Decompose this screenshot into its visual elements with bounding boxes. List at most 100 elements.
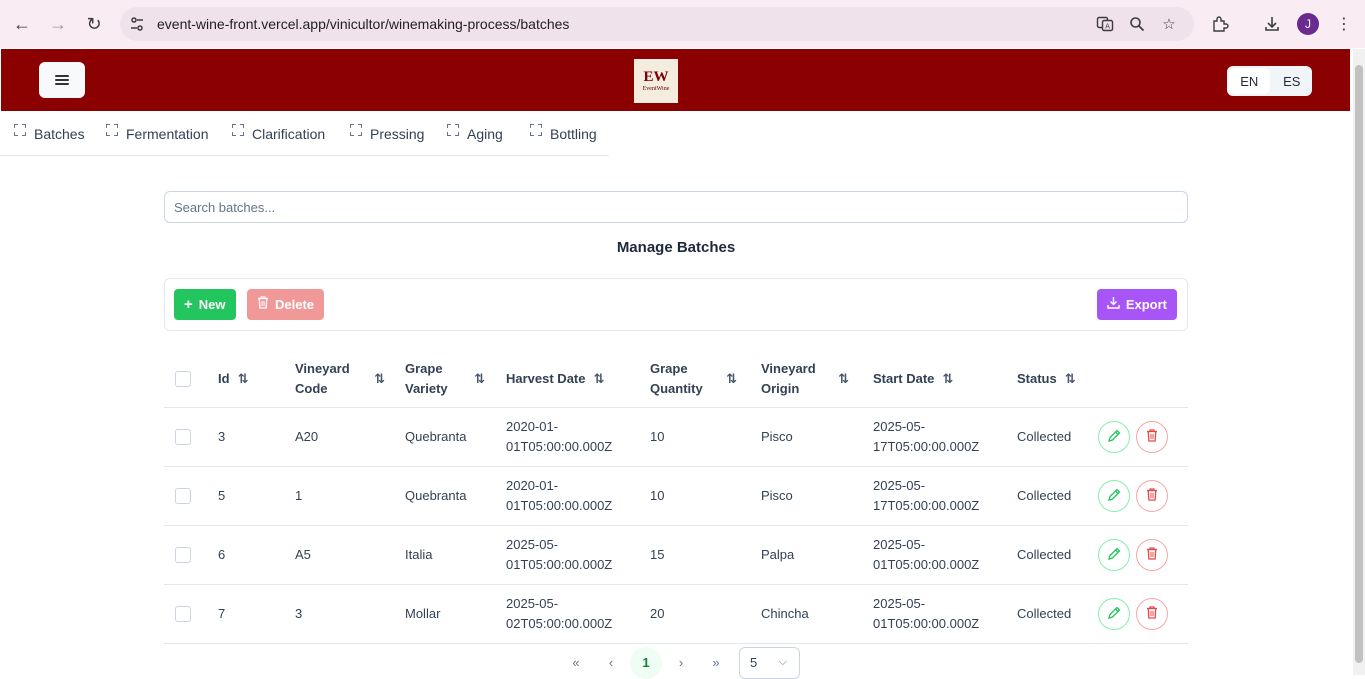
pencil-icon	[1107, 547, 1121, 564]
next-page-icon[interactable]: ›	[665, 647, 697, 679]
new-button[interactable]: + New	[174, 289, 236, 320]
select-all-checkbox[interactable]	[175, 371, 191, 387]
sort-icon: ⇅	[593, 371, 605, 386]
column-header-grape-quantity[interactable]: Grape Quantity ⇅	[650, 350, 737, 408]
edit-button[interactable]	[1098, 598, 1130, 630]
cell-id: 6	[218, 547, 226, 562]
row-checkbox[interactable]	[175, 429, 191, 445]
svg-text:A: A	[1105, 23, 1110, 31]
site-info-icon[interactable]	[128, 15, 146, 33]
cell-harvest-date: 2020-01- 01T05:00:00.000Z	[506, 408, 612, 466]
column-header-grape-variety[interactable]: Grape Variety ⇅	[405, 350, 485, 408]
tab-fermentation[interactable]: Fermentation	[92, 114, 218, 154]
edit-button[interactable]	[1098, 539, 1130, 571]
first-page-icon[interactable]: «	[560, 647, 592, 679]
sort-icon: ⇅	[838, 371, 849, 386]
table-row[interactable]: 5 1 Quebranta 2020-01- 01T05:00:00.000Z 10 Pis…	[164, 467, 1188, 526]
cell-start-date: 2025-05- 17T05:00:00.000Z	[873, 467, 979, 525]
zoom-icon[interactable]	[1128, 15, 1146, 33]
batches-table: Id ⇅ Vineyard Code ⇅ Grape Variety ⇅ Harves…	[164, 350, 1188, 644]
trash-icon	[257, 296, 269, 313]
harvest-date-line: 2020-01-	[506, 419, 559, 434]
download-icon[interactable]	[1260, 12, 1284, 36]
focus-icon	[350, 124, 362, 136]
translate-icon[interactable]: A	[1096, 15, 1114, 33]
back-icon[interactable]: ←	[10, 12, 34, 36]
search-input[interactable]	[164, 191, 1188, 223]
harvest-date-line: 2025-05-	[506, 537, 559, 552]
avatar[interactable]: J	[1297, 13, 1319, 35]
delete-row-button[interactable]	[1136, 539, 1168, 571]
sort-icon: ⇅	[942, 371, 954, 386]
sort-icon: ⇅	[237, 371, 249, 386]
column-header-vineyard-code[interactable]: Vineyard Code ⇅	[295, 350, 385, 408]
tab-pressing[interactable]: Pressing	[336, 114, 433, 154]
column-header-vineyard-origin[interactable]: Vineyard Origin ⇅	[761, 350, 849, 408]
edit-button[interactable]	[1098, 421, 1130, 453]
tab-batches[interactable]: Batches	[0, 114, 92, 154]
menu-button[interactable]	[39, 62, 85, 98]
scrollbar[interactable]	[1353, 49, 1365, 675]
column-header-status[interactable]: Status ⇅	[1017, 350, 1097, 408]
cell-harvest-date: 2025-05- 01T05:00:00.000Z	[506, 526, 612, 584]
row-checkbox[interactable]	[175, 606, 191, 622]
table-row[interactable]: 7 3 Mollar 2025-05- 02T05:00:00.000Z 20 Chinch…	[164, 585, 1188, 644]
harvest-date-line: 2020-01-	[506, 478, 559, 493]
logo: EW EventWine	[634, 59, 678, 103]
trash-icon	[1146, 547, 1158, 563]
start-date-line: 01T05:00:00.000Z	[873, 557, 980, 572]
lang-en-button[interactable]: EN	[1229, 68, 1270, 94]
address-bar[interactable]: event-wine-front.vercel.app/vinicultor/w…	[120, 7, 1194, 41]
scrollbar-thumb[interactable]	[1355, 65, 1363, 663]
tab-aging[interactable]: Aging	[433, 114, 516, 154]
cell-grape-variety: Mollar	[405, 606, 441, 621]
logo-mark: EW	[643, 68, 669, 85]
cell-start-date: 2025-05- 01T05:00:00.000Z	[873, 585, 979, 643]
cell-grape-quantity: 10	[650, 429, 665, 444]
table-row[interactable]: 6 A5 Italia 2025-05- 01T05:00:00.000Z 15 Palpa…	[164, 526, 1188, 585]
tab-label: Clarification	[252, 126, 326, 142]
column-header-harvest-date[interactable]: Harvest Date ⇅	[506, 350, 646, 408]
app-header: EW EventWine EN ES	[1, 49, 1350, 111]
forward-icon[interactable]: →	[46, 12, 70, 36]
kebab-icon[interactable]: ⋮	[1332, 12, 1356, 36]
chevron-down-icon: ⌵	[778, 656, 787, 668]
sort-icon: ⇅	[726, 371, 737, 386]
harvest-date-line: 2025-05-	[506, 596, 559, 611]
rows-per-page-select[interactable]: 5 ⌵	[739, 646, 800, 679]
trash-icon	[1146, 488, 1158, 504]
edit-button[interactable]	[1098, 480, 1130, 512]
cell-grape-quantity: 20	[650, 606, 665, 621]
row-checkbox[interactable]	[175, 547, 191, 563]
reload-icon[interactable]: ↻	[82, 12, 106, 36]
delete-button[interactable]: Delete	[247, 289, 325, 320]
tab-clarification[interactable]: Clarification	[218, 114, 336, 154]
delete-row-button[interactable]	[1136, 598, 1168, 630]
tab-label: Aging	[467, 126, 503, 142]
page-button-current[interactable]: 1	[630, 646, 662, 679]
url-text: event-wine-front.vercel.app/vinicultor/w…	[157, 16, 570, 32]
table-row[interactable]: 3 A20 Quebranta 2020-01- 01T05:00:00.000Z 10 P…	[164, 408, 1188, 467]
lang-es-button[interactable]: ES	[1272, 66, 1313, 96]
star-icon[interactable]: ☆	[1160, 15, 1178, 33]
harvest-date-line: 01T05:00:00.000Z	[506, 498, 613, 513]
rows-per-page-value: 5	[750, 655, 758, 670]
tab-bottling[interactable]: Bottling	[516, 114, 609, 154]
delete-row-button[interactable]	[1136, 480, 1168, 512]
delete-row-button[interactable]	[1136, 421, 1168, 453]
focus-icon	[232, 124, 244, 136]
browser-toolbar: ← → ↻ event-wine-front.vercel.app/vinicu…	[0, 0, 1365, 48]
export-button[interactable]: Export	[1096, 289, 1177, 320]
harvest-date-line: 01T05:00:00.000Z	[506, 439, 613, 454]
extensions-icon[interactable]	[1208, 12, 1232, 36]
sort-icon: ⇅	[374, 371, 385, 386]
cell-vineyard-code: A5	[295, 547, 311, 562]
table-header: Id ⇅ Vineyard Code ⇅ Grape Variety ⇅ Harves…	[164, 350, 1188, 408]
row-checkbox[interactable]	[175, 488, 191, 504]
cell-vineyard-code: 3	[295, 606, 303, 621]
column-header-start-date[interactable]: Start Date ⇅	[873, 350, 1003, 408]
column-header-id[interactable]: Id ⇅	[218, 350, 288, 408]
row-select-cell	[175, 585, 191, 643]
last-page-icon[interactable]: »	[700, 647, 732, 679]
prev-page-icon[interactable]: ‹	[595, 647, 627, 679]
